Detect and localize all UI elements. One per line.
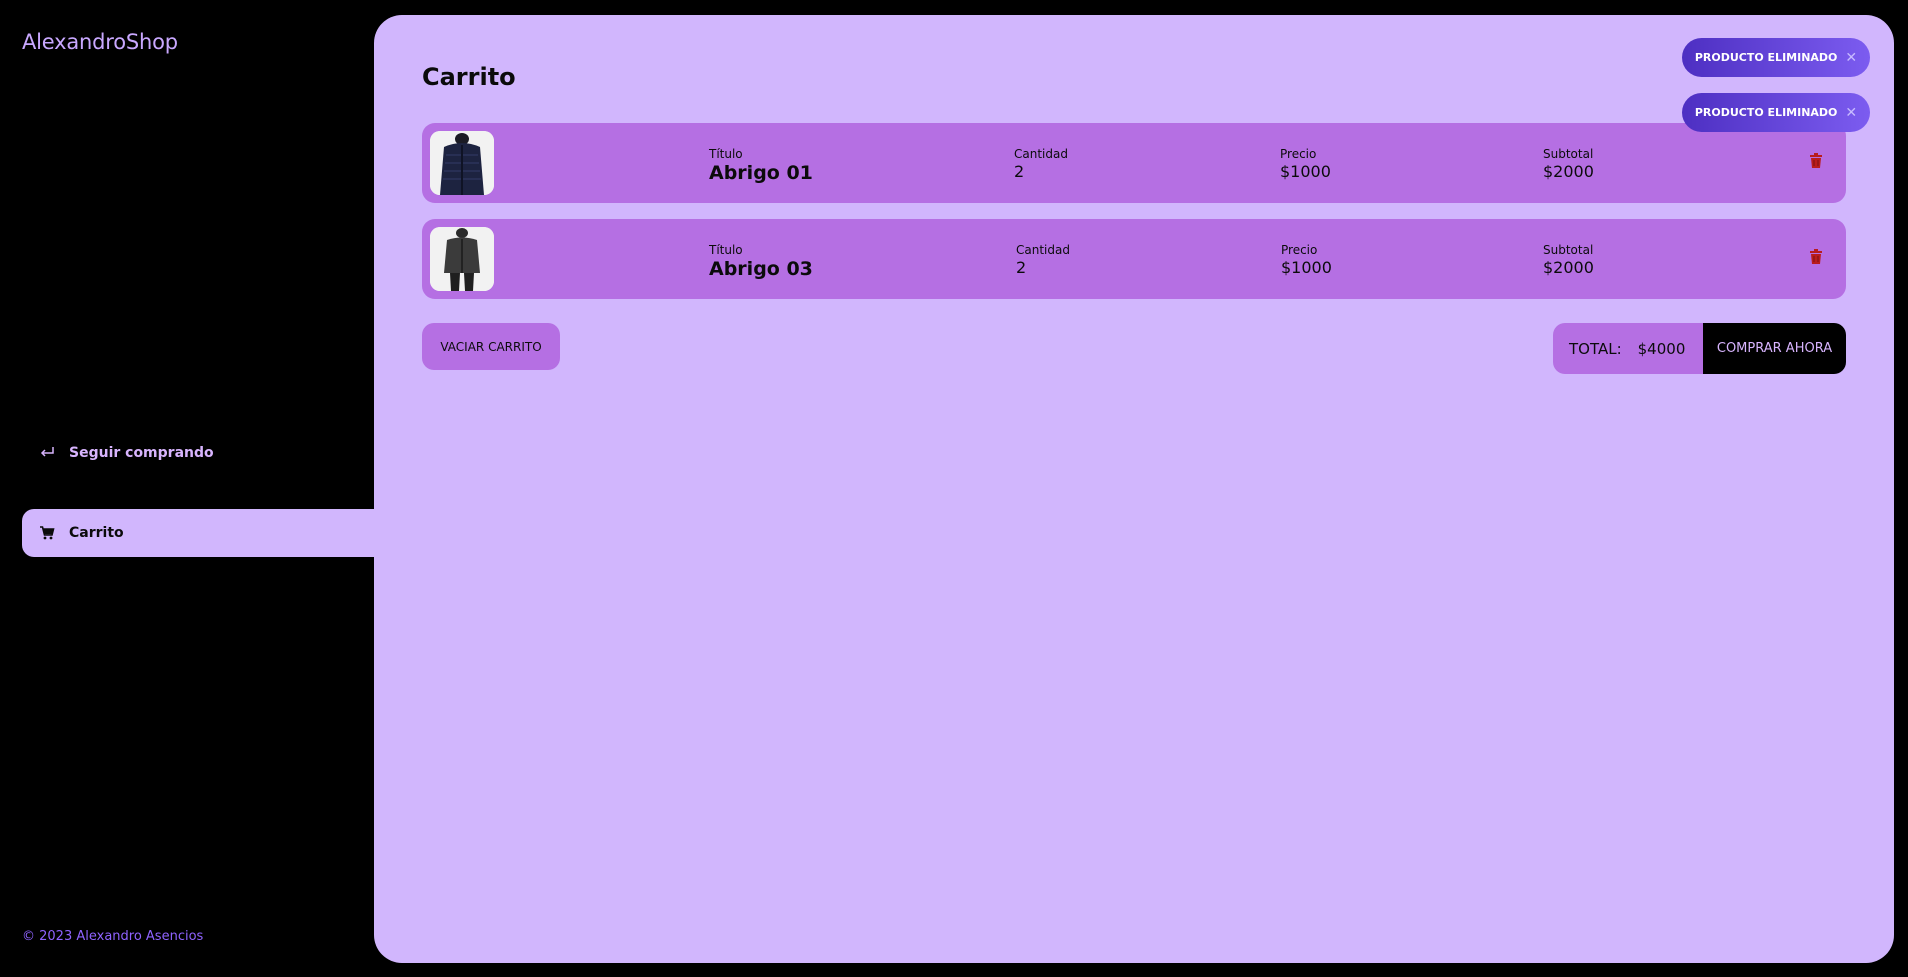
- trash-icon[interactable]: [1809, 153, 1823, 169]
- quantity-value: 2: [1016, 258, 1027, 277]
- item-price-field: Precio $1000: [1280, 147, 1331, 182]
- sidebar-item-label: Carrito: [69, 525, 124, 541]
- return-arrow-icon: [38, 444, 56, 462]
- item-title-field: Título Abrigo 03: [709, 243, 813, 280]
- subtotal-label: Subtotal: [1543, 147, 1594, 161]
- subtotal-label: Subtotal: [1543, 243, 1594, 257]
- empty-cart-button[interactable]: VACIAR CARRITO: [422, 323, 560, 370]
- quantity-label: Cantidad: [1016, 243, 1070, 257]
- subtotal-value: $2000: [1543, 162, 1594, 181]
- sidebar: AlexandroShop Seguir comprando Carrito ©…: [0, 0, 374, 977]
- toast-text: PRODUCTO ELIMINADO: [1694, 106, 1838, 119]
- price-value: $1000: [1281, 258, 1332, 277]
- sidebar-item-cart[interactable]: Carrito: [22, 509, 374, 557]
- subtotal-value: $2000: [1543, 258, 1594, 277]
- item-price-field: Precio $1000: [1281, 243, 1332, 278]
- price-label: Precio: [1280, 147, 1317, 161]
- toast-notification: PRODUCTO ELIMINADO ✕: [1682, 93, 1870, 132]
- total-label: TOTAL:: [1569, 339, 1622, 358]
- price-value: $1000: [1280, 162, 1331, 181]
- product-image: [430, 227, 494, 291]
- toast-notification: PRODUCTO ELIMINADO ✕: [1682, 38, 1870, 77]
- cart-item: Título Abrigo 03 Cantidad 2 Precio $1000…: [422, 219, 1846, 299]
- item-subtotal-field: Subtotal $2000: [1543, 243, 1594, 278]
- sidebar-item-label: Seguir comprando: [69, 445, 214, 461]
- product-title: Abrigo 01: [709, 162, 813, 184]
- copyright: © 2023 Alexandro Asencios: [22, 929, 204, 944]
- brand-logo[interactable]: AlexandroShop: [22, 30, 178, 54]
- quantity-label: Cantidad: [1014, 147, 1068, 161]
- item-title-field: Título Abrigo 01: [709, 147, 813, 184]
- item-quantity-field: Cantidad 2: [1016, 243, 1070, 278]
- trash-icon[interactable]: [1809, 249, 1823, 265]
- close-icon[interactable]: ✕: [1845, 50, 1857, 66]
- price-label: Precio: [1281, 243, 1318, 257]
- title-label: Título: [709, 147, 743, 161]
- main-panel: Carrito Título Abrigo 01 Cantidad 2 Prec…: [374, 15, 1894, 963]
- buy-now-button[interactable]: COMPRAR AHORA: [1703, 323, 1846, 374]
- total-display: TOTAL: $4000: [1553, 323, 1703, 374]
- total-value: $4000: [1637, 339, 1686, 358]
- item-quantity-field: Cantidad 2: [1014, 147, 1068, 182]
- title-label: Título: [709, 243, 743, 257]
- close-icon[interactable]: ✕: [1845, 105, 1857, 121]
- page-title: Carrito: [422, 63, 516, 91]
- quantity-value: 2: [1014, 162, 1025, 181]
- cart-icon: [38, 524, 56, 542]
- sidebar-item-continue-shopping[interactable]: Seguir comprando: [22, 429, 374, 477]
- cart-item: Título Abrigo 01 Cantidad 2 Precio $1000…: [422, 123, 1846, 203]
- product-image: [430, 131, 494, 195]
- product-title: Abrigo 03: [709, 258, 813, 280]
- total-section: TOTAL: $4000 COMPRAR AHORA: [1553, 323, 1846, 374]
- item-subtotal-field: Subtotal $2000: [1543, 147, 1594, 182]
- toast-text: PRODUCTO ELIMINADO: [1694, 51, 1838, 64]
